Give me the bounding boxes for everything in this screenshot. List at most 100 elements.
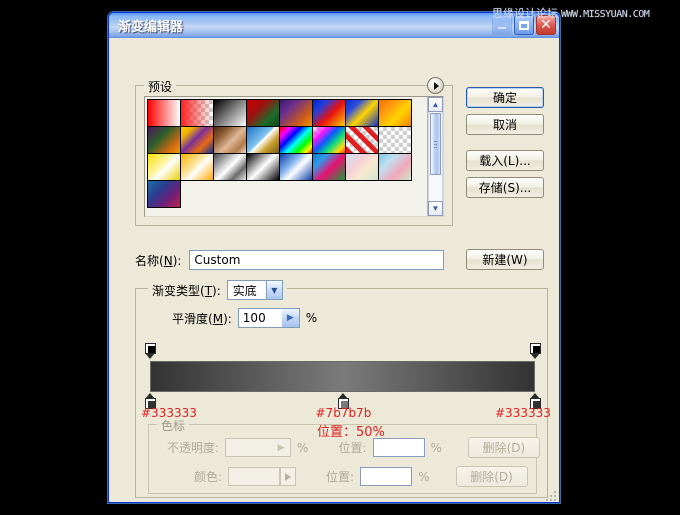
smoothness-mnemonic: M: [212, 311, 224, 326]
preset-swatch-area[interactable]: [145, 97, 427, 216]
scroll-grip-icon: [434, 141, 437, 148]
scroll-down-button[interactable]: ▼: [428, 201, 443, 216]
scroll-thumb[interactable]: [430, 113, 441, 175]
preset-swatch-blue-white-blue[interactable]: [279, 153, 313, 181]
gradient-type-row: 渐变类型(T): 实底 ▼: [148, 280, 287, 300]
gradient-bar[interactable]: [150, 361, 535, 392]
gradient-type-select[interactable]: 实底 ▼: [226, 280, 283, 300]
resize-grip[interactable]: [544, 489, 556, 501]
gradient-type-group: 渐变类型(T): 实底 ▼ 平滑度(M): 100 ▶ % #333333 #7…: [135, 280, 551, 498]
color-row: 颜色: 位置: % 删除(D): [167, 466, 528, 487]
load-label: 载入(L)...: [479, 154, 531, 168]
preset-menu-button[interactable]: [427, 77, 444, 94]
swatch-fill: [280, 127, 312, 153]
scroll-track[interactable]: [428, 112, 443, 201]
watermark-url: WWW.MISSYUAN.COM: [561, 9, 650, 20]
preset-swatch-grid: [147, 99, 427, 208]
name-label-text: 名称: [135, 253, 160, 268]
swatch-fill: [379, 127, 411, 153]
new-button[interactable]: 新建(W): [466, 249, 544, 270]
opacity-unit: %: [297, 440, 309, 455]
preset-swatch-blue-yellow-blue[interactable]: [345, 99, 379, 127]
opacity-stop-left[interactable]: [145, 343, 156, 359]
opacity-input[interactable]: ▶: [225, 438, 292, 457]
swatch-fill: [181, 127, 213, 153]
preset-scrollbar[interactable]: ▲ ▼: [427, 97, 443, 216]
preset-swatch-transparent-stripes[interactable]: [345, 126, 379, 154]
triangle-right-icon: [285, 472, 292, 481]
opacity-position-input[interactable]: [372, 438, 425, 457]
name-mnemonic: N: [163, 253, 173, 268]
swatch-fill: [280, 154, 312, 180]
opacity-label: 不透明度:: [167, 441, 220, 455]
preset-swatch-transparent-rainbow[interactable]: [312, 126, 346, 154]
opacity-position-unit: %: [430, 440, 442, 455]
preset-swatch-orange-yellow-orange[interactable]: [378, 99, 412, 127]
preset-swatch-blue-pink-green[interactable]: [312, 153, 346, 181]
preset-swatch-pastel-pink-green[interactable]: [345, 153, 379, 181]
swatch-fill: [313, 154, 345, 180]
chevron-down-icon: ▼: [431, 204, 440, 213]
new-label: 新建(W): [482, 253, 528, 267]
hex-label-color-stop-right: #333333: [495, 406, 551, 420]
stop-pointer-icon: [530, 353, 540, 359]
name-input[interactable]: Custom: [189, 250, 445, 270]
opacity-delete-button[interactable]: 删除(D): [467, 437, 540, 458]
gradient-editor-dialog: 渐变编辑器 ✕ 预设 ▲ ▼ 名称(N): Custom 渐变类型(T): 实底…: [108, 12, 560, 503]
preset-swatch-blue-violet-red[interactable]: [147, 180, 181, 208]
preset-swatch-black-white[interactable]: [213, 99, 247, 127]
save-label: 存储(S)...: [478, 181, 532, 195]
opacity-stop-right[interactable]: [530, 343, 541, 359]
opacity-position-label: 位置:: [338, 441, 367, 455]
opacity-spinner-arrow-icon[interactable]: ▶: [273, 439, 289, 456]
smoothness-input[interactable]: 100 ▶: [237, 308, 300, 328]
preset-list: ▲ ▼: [144, 96, 444, 217]
preset-swatch-red-green[interactable]: [246, 99, 280, 127]
opacity-row: 不透明度: ▶ % 位置: % 删除(D): [167, 437, 540, 458]
preset-swatch-spectrum[interactable]: [279, 126, 313, 154]
color-label: 颜色:: [194, 470, 223, 484]
load-button[interactable]: 载入(L)...: [466, 150, 544, 171]
minimize-icon: [498, 27, 506, 29]
name-label: 名称(N):: [135, 253, 182, 268]
preset-swatch-yellow-white-yellow[interactable]: [147, 153, 181, 181]
preset-swatch-blue-red-yellow[interactable]: [312, 99, 346, 127]
name-input-value: Custom: [194, 253, 241, 267]
preset-swatch-chrome[interactable]: [246, 126, 280, 154]
preset-swatch-silver[interactable]: [213, 153, 247, 181]
swatch-fill: [148, 127, 180, 153]
preset-swatch-yellow-violet-orange-blue[interactable]: [180, 126, 214, 154]
color-picker-arrow-icon[interactable]: [280, 467, 297, 486]
preset-swatch-foreground-to-background[interactable]: [147, 99, 181, 127]
preset-swatch-black-white-black[interactable]: [246, 153, 280, 181]
color-position-input[interactable]: [360, 467, 413, 486]
color-stop-group-title: 色标: [157, 417, 190, 434]
color-delete-label: 删除(D): [470, 470, 513, 484]
preset-swatch-violet-orange[interactable]: [279, 99, 313, 127]
preset-swatch-copper[interactable]: [213, 126, 247, 154]
swatch-fill: [379, 154, 411, 180]
window-title: 渐变编辑器: [118, 20, 184, 35]
preset-swatch-transparent-to-white[interactable]: [378, 126, 412, 154]
save-button[interactable]: 存储(S)...: [466, 177, 544, 198]
preset-swatch-foreground-to-transparent[interactable]: [180, 99, 214, 127]
preset-swatch-orange-white-orange[interactable]: [180, 153, 214, 181]
color-delete-button[interactable]: 删除(D): [455, 466, 528, 487]
hex-label-color-stop-mid: #7b7b7b: [315, 406, 372, 420]
spinner-arrow-icon[interactable]: ▶: [281, 309, 299, 327]
preset-menu-arrow-icon: [434, 81, 439, 90]
chevron-down-icon[interactable]: ▼: [265, 281, 282, 299]
scroll-up-button[interactable]: ▲: [428, 97, 443, 112]
preset-swatch-violet-green-orange[interactable]: [147, 126, 181, 154]
swatch-fill: [346, 127, 378, 153]
cancel-button[interactable]: 取消: [466, 114, 544, 135]
ok-button[interactable]: 确定: [466, 87, 544, 108]
color-swatch[interactable]: [228, 467, 281, 486]
gradient-type-mnemonic: T: [204, 283, 213, 298]
swatch-fill: [148, 154, 180, 180]
ok-label: 确定: [492, 91, 517, 105]
preset-swatch-pastel-blue-pink[interactable]: [378, 153, 412, 181]
swatch-fill: [313, 100, 345, 126]
swatch-fill: [214, 100, 246, 126]
swatch-fill: [247, 100, 279, 126]
